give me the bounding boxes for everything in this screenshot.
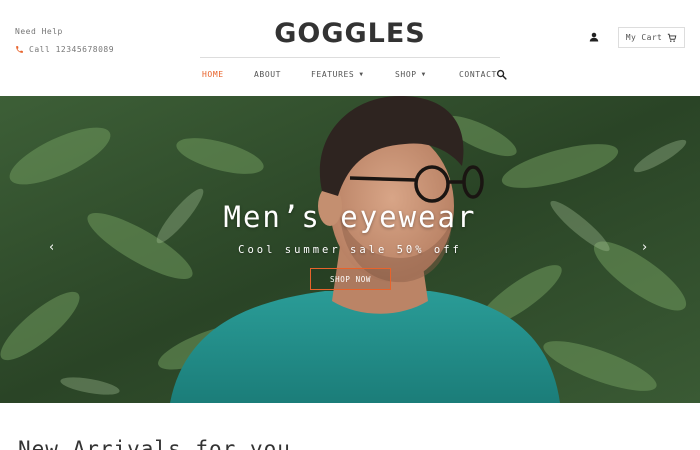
caret-down-icon: ▼ (359, 71, 364, 78)
user-icon[interactable] (588, 31, 600, 43)
shop-now-button[interactable]: SHOP NOW (310, 268, 391, 290)
site-header: Need Help Call 12345678089 GOGGLES My Ca… (0, 0, 700, 96)
nav-item-shop[interactable]: SHOP ▼ (395, 70, 426, 79)
nav-item-label: ABOUT (254, 70, 282, 79)
caret-down-icon: ▼ (421, 71, 426, 78)
main-nav: HOME ABOUT FEATURES ▼ SHOP ▼ CONTACT (0, 70, 700, 84)
search-icon[interactable] (496, 69, 507, 80)
cart-button[interactable]: My Cart (618, 27, 685, 48)
hero-subtitle: Cool summer sale 50% off (238, 244, 462, 256)
nav-item-label: CONTACT (459, 70, 497, 79)
new-arrivals-heading: New Arrivals for you (18, 437, 291, 450)
cart-icon (668, 33, 677, 42)
logo-divider (200, 57, 500, 58)
nav-item-label: SHOP (395, 70, 417, 79)
nav-item-home[interactable]: HOME (202, 70, 224, 79)
cart-label: My Cart (625, 33, 663, 42)
nav-item-about[interactable]: ABOUT (254, 70, 281, 79)
nav-item-label: HOME (202, 70, 224, 79)
nav-item-contact[interactable]: CONTACT (459, 70, 497, 79)
hero-slider: ‹ › Men’s eyewear Cool summer sale 50% o… (0, 96, 700, 403)
nav-item-features[interactable]: FEATURES ▼ (311, 70, 364, 79)
nav-item-label: FEATURES (311, 70, 355, 79)
hero-title: Men’s eyewear (223, 200, 477, 234)
